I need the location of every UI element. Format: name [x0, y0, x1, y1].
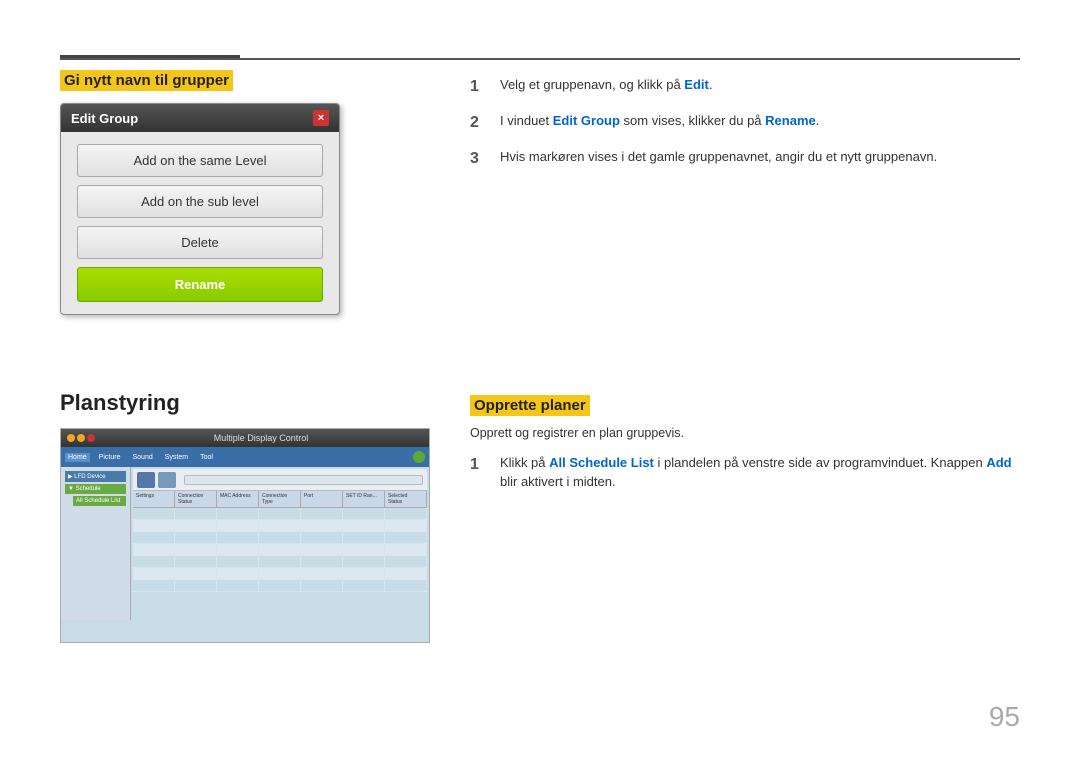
ss-lfd-device: ▶ LFD Device	[65, 471, 126, 482]
page-container: Gi nytt navn til grupper Edit Group × Ad…	[0, 0, 1080, 763]
ss-titlebar: Multiple Display Control	[61, 429, 429, 447]
instruction-3-text: Hvis markøren vises i det gamle gruppena…	[500, 147, 937, 171]
instruction-3-num: 3	[470, 147, 488, 171]
ss-status-dot	[413, 451, 425, 463]
page-number: 95	[989, 701, 1020, 733]
instruction-2: 2 I vinduet Edit Group som vises, klikke…	[470, 111, 1020, 135]
instruction-1-text: Velg et gruppenavn, og klikk på Edit.	[500, 75, 712, 99]
ss-td	[385, 520, 427, 531]
lower-left-column: Planstyring Multiple Display Control Hom…	[60, 390, 430, 643]
same-level-button[interactable]: Add on the same Level	[77, 144, 323, 177]
ss-td	[301, 520, 343, 531]
upper-section: Gi nytt navn til grupper Edit Group × Ad…	[60, 70, 1020, 315]
lower-instruction-1-num: 1	[470, 453, 488, 492]
ss-th-mac: MAC Address	[217, 491, 259, 507]
ss-close-dot	[87, 434, 95, 442]
table-row	[133, 556, 427, 568]
ss-sidebar: ▶ LFD Device ▼ Schedule All Schedule Lis…	[61, 467, 131, 620]
ss-icon-1	[137, 472, 155, 488]
instruction-2-text: I vinduet Edit Group som vises, klikker …	[500, 111, 819, 135]
ss-td	[133, 520, 175, 531]
ss-td	[259, 520, 301, 531]
ss-td	[175, 520, 217, 531]
gi-nytt-navn-heading: Gi nytt navn til grupper	[60, 70, 233, 91]
ss-th-connection: Connection Status	[175, 491, 217, 507]
ss-td	[301, 508, 343, 519]
ss-td	[343, 508, 385, 519]
ss-content: ▶ LFD Device ▼ Schedule All Schedule Lis…	[61, 467, 429, 620]
ss-td	[217, 520, 259, 531]
ss-td	[343, 520, 385, 531]
lower-right-column: Opprette planer Opprett og registrer en …	[470, 390, 1020, 643]
table-row	[133, 520, 427, 532]
delete-button[interactable]: Delete	[77, 226, 323, 259]
ss-toolbar-icons	[137, 472, 176, 488]
ss-nav-home: Home	[65, 453, 90, 462]
instruction-2-num: 2	[470, 111, 488, 135]
ss-td	[175, 508, 217, 519]
ss-th-port: Port	[301, 491, 343, 507]
upper-left-column: Gi nytt navn til grupper Edit Group × Ad…	[60, 70, 430, 315]
dialog-titlebar: Edit Group ×	[61, 104, 339, 132]
lower-section: Planstyring Multiple Display Control Hom…	[60, 390, 1020, 643]
table-row	[133, 580, 427, 592]
rename-button[interactable]: Rename	[77, 267, 323, 302]
ss-nav: Home Picture Sound System Tool	[61, 447, 429, 467]
edit-group-dialog: Edit Group × Add on the same Level Add o…	[60, 103, 340, 315]
ss-td	[385, 508, 427, 519]
dialog-title: Edit Group	[71, 111, 138, 126]
instruction-1: 1 Velg et gruppenavn, og klikk på Edit.	[470, 75, 1020, 99]
ss-toolbar	[133, 469, 427, 491]
ss-all-schedule: All Schedule List	[73, 496, 126, 506]
screenshot-mockup: Multiple Display Control Home Picture So…	[60, 428, 430, 643]
ss-th-selected: Selected Status	[385, 491, 427, 507]
instruction-1-num: 1	[470, 75, 488, 99]
lower-instruction-1-text: Klikk på All Schedule List i plandelen p…	[500, 453, 1020, 492]
ss-td	[259, 508, 301, 519]
table-row	[133, 508, 427, 520]
ss-minimize-dot	[67, 434, 75, 442]
sub-level-button[interactable]: Add on the sub level	[77, 185, 323, 218]
ss-nav-picture: Picture	[96, 453, 124, 462]
ss-icon-2	[158, 472, 176, 488]
opprette-planer-heading: Opprette planer	[470, 395, 590, 416]
upper-right-column: 1 Velg et gruppenavn, og klikk på Edit. …	[470, 70, 1020, 315]
ss-search-bar	[184, 475, 423, 485]
table-row	[133, 544, 427, 556]
ss-nav-sound: Sound	[129, 453, 155, 462]
dialog-body: Add on the same Level Add on the sub lev…	[61, 132, 339, 314]
ss-th-setid: SET ID Ran...	[343, 491, 385, 507]
dialog-close-button[interactable]: ×	[313, 110, 329, 126]
ss-td	[217, 508, 259, 519]
lower-instruction-1: 1 Klikk på All Schedule List i plandelen…	[470, 453, 1020, 492]
ss-th-settings: Settings	[133, 491, 175, 507]
table-row	[133, 532, 427, 544]
ss-close-dots	[67, 434, 95, 442]
opprette-intro: Opprett og registrer en plan gruppevis.	[470, 424, 1020, 443]
ss-main: Settings Connection Status MAC Address C…	[131, 467, 429, 620]
ss-table-header: Settings Connection Status MAC Address C…	[133, 491, 427, 508]
ss-maximize-dot	[77, 434, 85, 442]
planstyring-heading: Planstyring	[60, 390, 430, 416]
table-row	[133, 568, 427, 580]
ss-nav-system: System	[162, 453, 191, 462]
instruction-3: 3 Hvis markøren vises i det gamle gruppe…	[470, 147, 1020, 171]
ss-th-type: Connection Type	[259, 491, 301, 507]
ss-td	[133, 508, 175, 519]
ss-nav-tool: Tool	[197, 453, 216, 462]
ss-schedule: ▼ Schedule	[65, 484, 126, 494]
ss-title: Multiple Display Control	[99, 433, 423, 443]
